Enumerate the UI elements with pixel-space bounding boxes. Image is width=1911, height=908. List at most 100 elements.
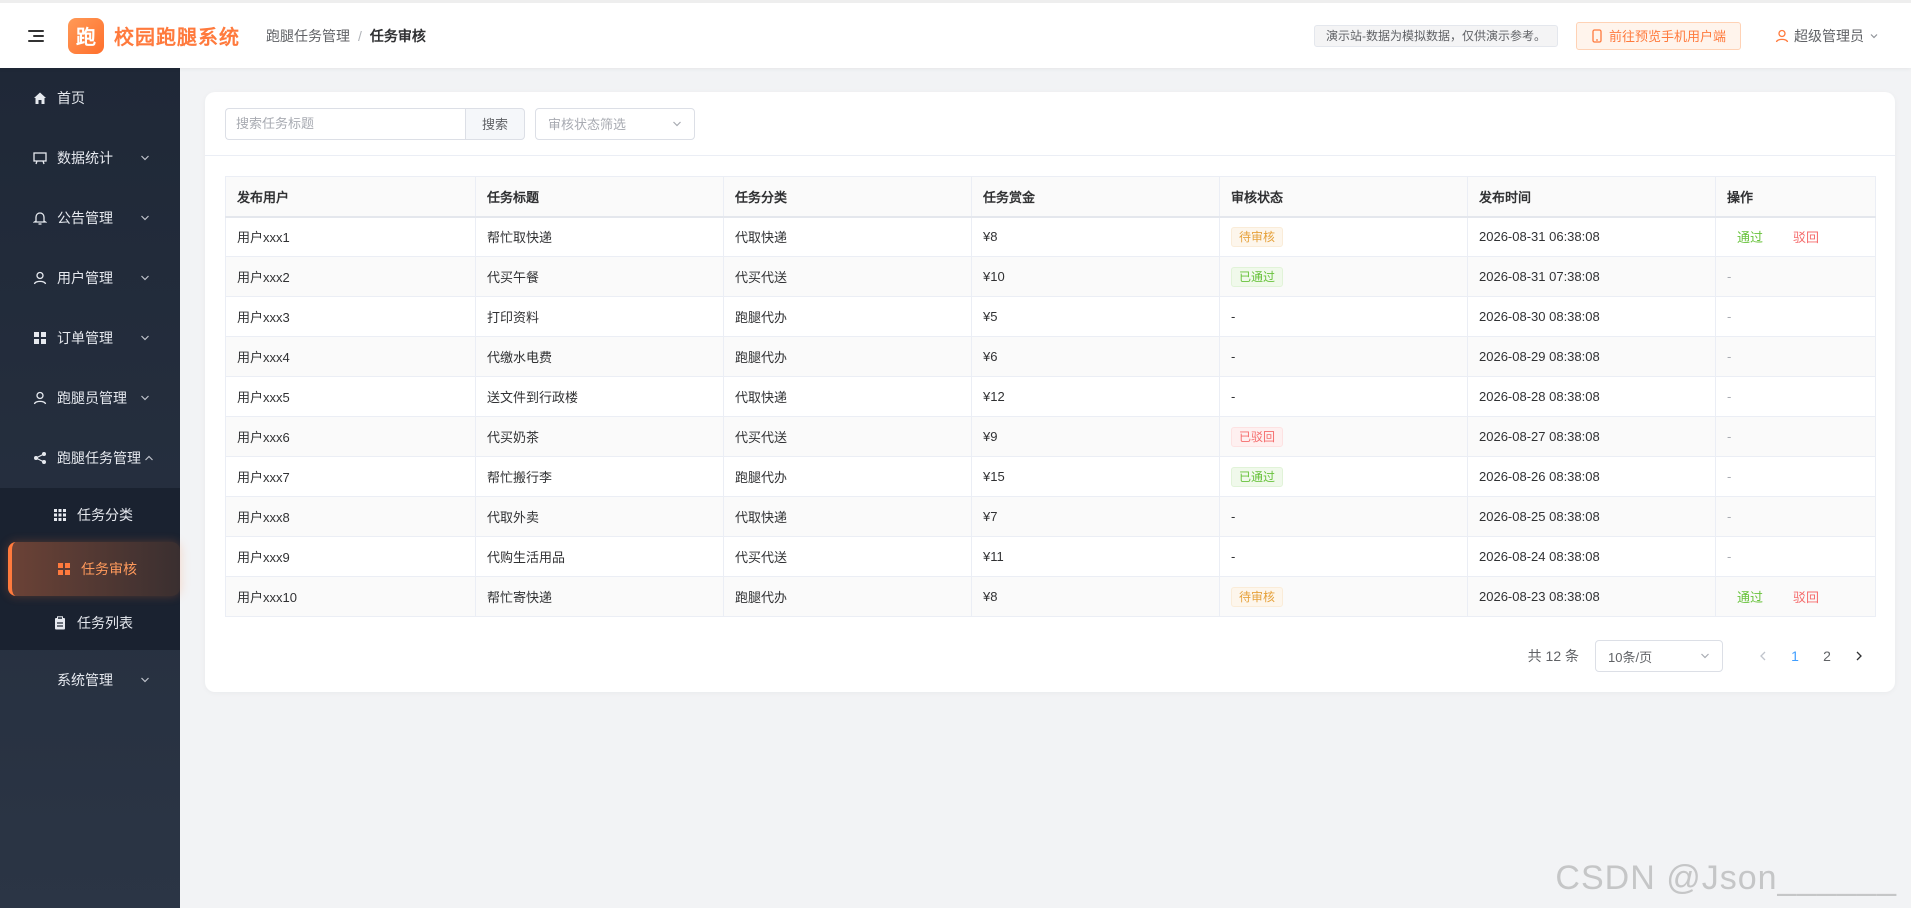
cell-category: 代买代送 [723,536,972,577]
column-header: 任务赏金 [971,176,1220,218]
status-badge: 已通过 [1231,266,1284,287]
cell-title: 打印资料 [475,296,724,337]
task-table: 发布用户 任务标题 任务分类 任务赏金 审核状态 发布时间 操作 用户xxx1 帮忙取快递 代取… [225,176,1876,617]
pagination: 共 12 条 10条/页 1 2 [1528,640,1875,672]
pagination-total: 共 12 条 [1527,648,1579,664]
chevron-up-icon [145,455,153,461]
share-icon [32,450,48,466]
reject-button[interactable]: 驳回 [1793,590,1819,605]
next-page-button[interactable] [1843,640,1875,672]
no-action-placeholder: - [1727,389,1732,404]
menu-toggle-icon[interactable] [28,29,44,42]
sidebar-item-errand-tasks[interactable]: 跑腿任务管理 [0,428,180,488]
sidebar-item-statistics[interactable]: 数据统计 [0,128,180,188]
cell-time: 2026-08-31 06:38:08 [1467,216,1716,257]
sidebar-item-label: 首页 [57,90,85,106]
prev-page-button[interactable] [1747,640,1779,672]
cell-category: 跑腿代办 [723,336,972,377]
sidebar-item-label: 订单管理 [57,330,113,346]
sidebar-item-runners[interactable]: 跑腿员管理 [0,368,180,428]
breadcrumb-separator: / [358,27,362,44]
table-row: 用户xxx3 打印资料 跑腿代办 ¥5-2026-08-30 08:38:08- [225,296,1876,337]
page-size-select[interactable]: 10条/页 [1595,640,1723,672]
page-size-value: 10条/页 [1608,649,1653,665]
user-icon [1775,29,1789,42]
sidebar-item-label: 数据统计 [57,150,113,166]
cell-status: - [1219,376,1468,417]
review-status-placeholder: 审核状态筛选 [548,117,627,132]
column-header: 任务标题 [475,176,724,218]
chevron-left-icon [1760,651,1766,661]
cell-user: 用户xxx10 [225,576,476,617]
user-icon [32,270,48,286]
cell-reward: ¥10 [971,256,1220,297]
sidebar-item-orders[interactable]: 订单管理 [0,308,180,368]
cell-status: 待审核 [1219,216,1468,257]
approve-button[interactable]: 通过 [1737,230,1763,245]
page-1-button[interactable]: 1 [1779,640,1811,672]
csdn-watermark: CSDN @Json______ [1555,859,1897,897]
app-title: 校园跑腿系统 [114,27,240,49]
phone-icon [1592,28,1602,43]
chevron-right-icon [1856,651,1862,661]
cell-title: 代买奶茶 [475,416,724,457]
cell-title: 帮忙搬行李 [475,456,724,497]
sidebar-item-users[interactable]: 用户管理 [0,248,180,308]
cell-user: 用户xxx8 [225,496,476,537]
user-dropdown[interactable]: 超级管理员 [1775,26,1879,46]
cell-title: 代缴水电费 [475,336,724,377]
search-button[interactable]: 搜索 [465,107,525,140]
column-header: 审核状态 [1219,176,1468,218]
cell-time: 2026-08-27 08:38:08 [1467,416,1716,457]
table-row: 用户xxx8 代取外卖 代取快递 ¥7-2026-08-25 08:38:08- [225,496,1876,537]
user-icon [32,390,48,406]
cell-category: 跑腿代办 [723,296,972,337]
cell-title: 帮忙寄快递 [475,576,724,617]
cell-reward: ¥12 [971,376,1220,417]
sidebar-subitem-task-categories[interactable]: 任务分类 [0,488,180,542]
filter-toolbar: 搜索 审核状态筛选 [205,92,1895,156]
page-2-button[interactable]: 2 [1811,640,1843,672]
cell-reward: ¥7 [971,496,1220,537]
cell-time: 2026-08-23 08:38:08 [1467,576,1716,617]
sidebar-subitem-task-list[interactable]: 任务列表 [0,596,180,650]
cell-status: - [1219,536,1468,577]
sidebar-subitem-label: 任务分类 [77,507,133,523]
review-status-select[interactable]: 审核状态筛选 [535,107,695,140]
user-name: 超级管理员 [1794,27,1864,44]
cell-title: 送文件到行政楼 [475,376,724,417]
mobile-preview-label: 前往预览手机用户端 [1608,29,1726,44]
home-icon [32,90,48,106]
cell-user: 用户xxx3 [225,296,476,337]
status-badge: - [1231,509,1236,524]
no-action-placeholder: - [1727,269,1732,284]
cell-time: 2026-08-30 08:38:08 [1467,296,1716,337]
cell-time: 2026-08-24 08:38:08 [1467,536,1716,577]
column-header: 操作 [1715,176,1876,218]
cell-status: - [1219,336,1468,377]
status-badge: - [1231,349,1236,364]
breadcrumb-parent[interactable]: 跑腿任务管理 [266,26,350,46]
table-body: 用户xxx1 帮忙取快递 代取快递 ¥8 待审核 2026-08-31 06:38:08 通… [225,216,1876,617]
sidebar-item-system[interactable]: 系统管理 [0,650,180,710]
mobile-preview-button[interactable]: 前往预览手机用户端 [1575,21,1741,50]
cell-time: 2026-08-25 08:38:08 [1467,496,1716,537]
breadcrumb: 跑腿任务管理 / 任务审核 [266,26,426,46]
approve-button[interactable]: 通过 [1737,590,1763,605]
chart-icon [32,150,48,166]
search-input[interactable] [225,107,465,140]
no-action-placeholder: - [1727,429,1732,444]
sidebar-item-home[interactable]: 首页 [0,68,180,128]
cell-reward: ¥11 [971,536,1220,577]
reject-button[interactable]: 驳回 [1793,230,1819,245]
cell-category: 代买代送 [723,256,972,297]
table-row: 用户xxx2 代买午餐 代买代送 ¥10 已通过 2026-08-31 07:38:08- [225,256,1876,297]
sidebar-item-label: 系统管理 [57,672,113,688]
cell-reward: ¥8 [971,576,1220,617]
sidebar-item-announcements[interactable]: 公告管理 [0,188,180,248]
no-action-placeholder: - [1727,509,1732,524]
sidebar-subitem-task-review[interactable]: 任务审核 [8,542,180,596]
apps-icon [52,507,68,523]
status-badge: - [1231,389,1236,404]
column-header: 发布时间 [1467,176,1716,218]
